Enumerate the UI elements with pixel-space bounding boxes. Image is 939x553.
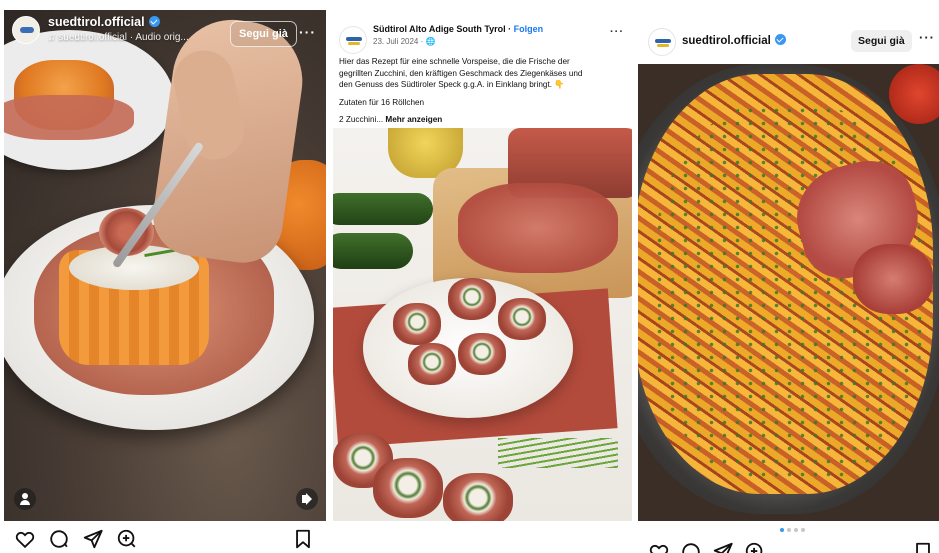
page-name[interactable]: Südtirol Alto Adige South Tyrol	[373, 24, 506, 34]
bookmark-icon[interactable]	[912, 541, 934, 553]
remix-icon[interactable]	[744, 541, 766, 553]
post-date-line: 23. Juli 2024 · 🌐	[373, 37, 435, 46]
follow-link[interactable]: Folgen	[514, 24, 544, 34]
post-photo[interactable]	[638, 64, 939, 521]
post-date[interactable]: 23. Juli 2024 ·	[373, 37, 425, 46]
carousel-dot	[780, 528, 784, 532]
verified-icon	[774, 34, 786, 45]
more-options-icon[interactable]: ···	[610, 26, 624, 38]
instagram-post-panel: suedtirol.official Segui già ···	[638, 0, 939, 553]
post-photo[interactable]	[333, 128, 632, 521]
tagged-user-icon[interactable]	[14, 488, 36, 510]
carousel-indicator	[780, 528, 808, 534]
page-logo[interactable]	[339, 26, 367, 54]
comment-icon[interactable]	[680, 541, 702, 553]
verified-icon	[148, 16, 160, 27]
reel-header: suedtirol.official ♫ suedtirol.official …	[12, 14, 320, 50]
more-options-icon[interactable]: ···	[299, 24, 316, 40]
carousel-dot	[787, 528, 791, 532]
facebook-post-panel: Südtirol Alto Adige South Tyrol · Folgen…	[333, 0, 632, 553]
username[interactable]: suedtirol.official	[48, 15, 160, 29]
post-action-bar	[638, 541, 939, 553]
ingredients-heading: Zutaten für 16 Röllchen	[339, 97, 425, 107]
carousel-dot	[801, 528, 805, 532]
carousel-dot	[794, 528, 798, 532]
post-description: Hier das Rezept für eine schnelle Vorspe…	[339, 57, 583, 89]
comment-icon[interactable]	[48, 528, 70, 550]
audio-line[interactable]: ♫ suedtirol.official · Audio orig...	[48, 32, 189, 43]
reel-video[interactable]	[4, 10, 326, 521]
audio-toggle-icon[interactable]	[296, 488, 318, 510]
globe-icon: 🌐	[425, 37, 436, 46]
heart-icon[interactable]	[14, 528, 36, 550]
username[interactable]: suedtirol.official	[682, 34, 786, 47]
heart-icon[interactable]	[648, 541, 670, 553]
music-note-icon: ♫	[48, 32, 59, 43]
page-name-line: Südtirol Alto Adige South Tyrol · Folgen	[373, 24, 544, 34]
avatar[interactable]	[648, 28, 676, 56]
follow-button[interactable]: Segui già	[230, 21, 297, 47]
more-options-icon[interactable]: ···	[919, 30, 935, 45]
share-icon[interactable]	[82, 528, 104, 550]
avatar[interactable]	[12, 16, 40, 44]
bookmark-icon[interactable]	[292, 528, 314, 550]
share-icon[interactable]	[712, 541, 734, 553]
remix-icon[interactable]	[116, 528, 138, 550]
follow-button[interactable]: Segui già	[851, 30, 912, 52]
reel-panel: suedtirol.official ♫ suedtirol.official …	[4, 0, 326, 553]
truncated-text: 2 Zucchini... Mehr anzeigen	[339, 115, 443, 124]
post-text: Hier das Rezept für eine schnelle Vorspe…	[339, 56, 629, 132]
reel-action-bar	[4, 528, 326, 552]
see-more-link[interactable]: Mehr anzeigen	[383, 115, 442, 124]
